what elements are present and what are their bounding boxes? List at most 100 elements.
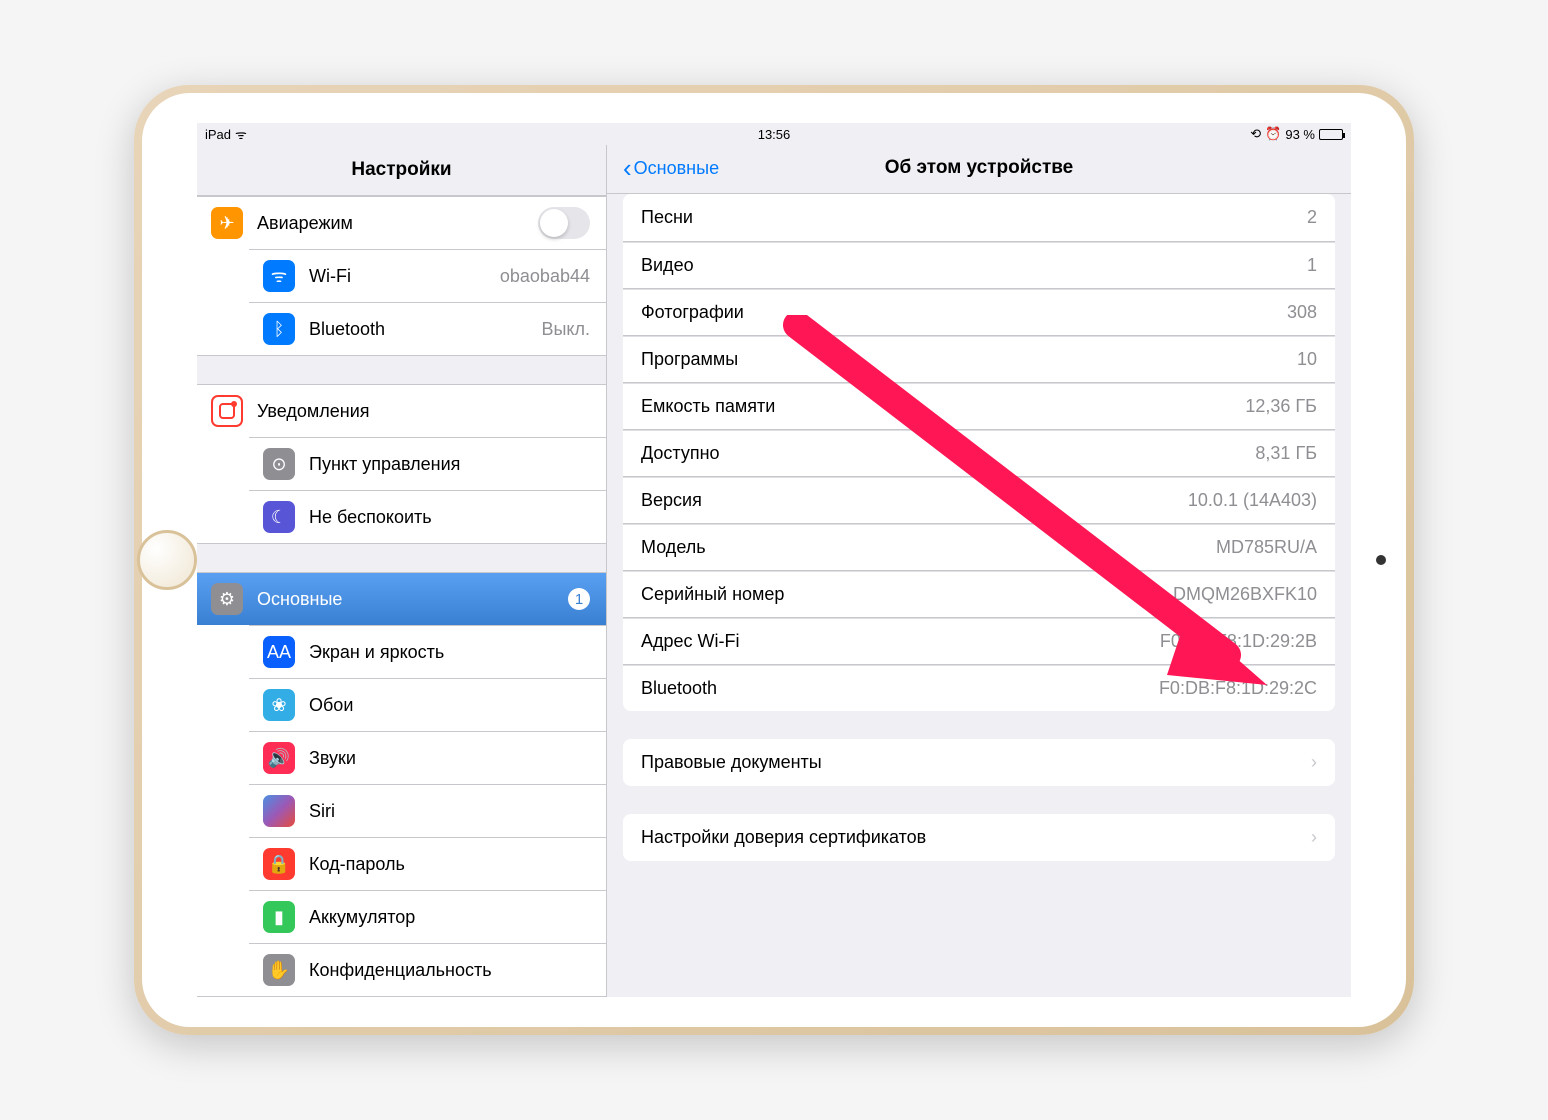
sidebar-item-wifi[interactable]: ᯤ Wi-Fi obaobab44 bbox=[249, 249, 606, 302]
about-info-group: Песни 2 Видео 1 Фотографии 308 Программы 10 Емко… bbox=[623, 194, 1335, 711]
display-icon: AA bbox=[263, 636, 295, 668]
info-row[interactable]: Программы 10 bbox=[623, 335, 1335, 382]
wallpaper-icon: ❀ bbox=[263, 689, 295, 721]
sidebar-group: ⚙ Основные 1 AA Экран и яркость ❀ Обои 🔊 Звуки Si… bbox=[197, 572, 606, 997]
sidebar-item-notifications[interactable]: Уведомления bbox=[197, 385, 606, 437]
info-value: 10 bbox=[1297, 349, 1317, 370]
info-value: DMQM26BXFK10 bbox=[1173, 584, 1317, 605]
back-label: Основные bbox=[634, 158, 719, 179]
sidebar-item-label: Siri bbox=[309, 801, 335, 822]
info-value: 1 bbox=[1307, 255, 1317, 276]
sidebar-item-label: Аккумулятор bbox=[309, 907, 415, 928]
legal-row[interactable]: Правовые документы › bbox=[623, 739, 1335, 786]
info-row[interactable]: Адрес Wi-FiF0:DB:F8:1D:29:2B bbox=[623, 617, 1335, 664]
cert-trust-row[interactable]: Настройки доверия сертификатов › bbox=[623, 814, 1335, 861]
info-label: Программы bbox=[641, 349, 738, 370]
legal-label: Правовые документы bbox=[641, 752, 822, 773]
notifications-icon bbox=[211, 395, 243, 427]
info-value: F0:DB:F8:1D:29:2C bbox=[1159, 678, 1317, 699]
orientation-lock-icon: ⟲ bbox=[1250, 126, 1261, 142]
status-bar: iPad ᯤ 13:56 ⟲ ⏰ 93 % bbox=[197, 123, 1351, 145]
airplane-icon: ✈ bbox=[211, 207, 243, 239]
cert-label: Настройки доверия сертификатов bbox=[641, 827, 926, 848]
sidebar-item-dnd[interactable]: ☾ Не беспокоить bbox=[249, 490, 606, 543]
info-label: Bluetooth bbox=[641, 678, 717, 699]
chevron-left-icon: ‹ bbox=[623, 155, 632, 181]
sidebar-item-privacy[interactable]: ✋Конфиденциальность bbox=[249, 943, 606, 996]
info-label: Версия bbox=[641, 490, 702, 511]
chevron-right-icon: › bbox=[1311, 752, 1317, 773]
sidebar-item-value: Выкл. bbox=[541, 319, 590, 340]
info-label: Фотографии bbox=[641, 302, 744, 323]
device-name: iPad bbox=[205, 127, 231, 142]
badge: 1 bbox=[568, 588, 590, 610]
info-row[interactable]: Версия 10.0.1 (14A403) bbox=[623, 476, 1335, 523]
sidebar-item-display[interactable]: AA Экран и яркость bbox=[249, 625, 606, 678]
sidebar-item-label: Основные bbox=[257, 589, 342, 610]
sidebar-item-value: obaobab44 bbox=[500, 266, 590, 287]
info-row[interactable]: Видео 1 bbox=[623, 241, 1335, 288]
sidebar-item-passcode[interactable]: 🔒 Код-пароль bbox=[249, 837, 606, 890]
back-button[interactable]: ‹ Основные bbox=[623, 155, 719, 181]
home-button[interactable] bbox=[137, 530, 197, 590]
battery-icon bbox=[1319, 129, 1343, 140]
sounds-icon: 🔊 bbox=[263, 742, 295, 774]
sidebar-item-label: Обои bbox=[309, 695, 353, 716]
sidebar-item-label: Авиарежим bbox=[257, 213, 353, 234]
info-label: Песни bbox=[641, 207, 693, 228]
sidebar-item-label: Уведомления bbox=[257, 401, 370, 422]
privacy-icon: ✋ bbox=[263, 954, 295, 986]
airplane-toggle[interactable] bbox=[538, 207, 590, 239]
wifi-icon: ᯤ bbox=[263, 260, 295, 292]
detail-pane: ‹ Основные Об этом устройстве Песни2Виде… bbox=[607, 145, 1351, 997]
info-value: 10.0.1 (14A403) bbox=[1188, 490, 1317, 511]
info-row[interactable]: Фотографии 308 bbox=[623, 288, 1335, 335]
dnd-icon: ☾ bbox=[263, 501, 295, 533]
cert-group: Настройки доверия сертификатов › bbox=[623, 814, 1335, 861]
battery-percent: 93 % bbox=[1285, 127, 1315, 142]
info-row[interactable]: Модель MD785RU/A bbox=[623, 523, 1335, 570]
info-label: Модель bbox=[641, 537, 706, 558]
wifi-icon: ᯤ bbox=[235, 125, 247, 143]
control-center-icon: ⊙ bbox=[263, 448, 295, 480]
front-camera bbox=[1376, 555, 1386, 565]
info-row[interactable]: Песни 2 bbox=[623, 194, 1335, 241]
sidebar-item-siri[interactable]: Siri bbox=[249, 784, 606, 837]
info-value: 8,31 ГБ bbox=[1255, 443, 1317, 464]
siri-icon bbox=[263, 795, 295, 827]
sidebar-item-control-center[interactable]: ⊙Пункт управления bbox=[249, 437, 606, 490]
sidebar-item-label: Не беспокоить bbox=[309, 507, 432, 528]
settings-sidebar: Настройки ✈АвиарежимᯤWi-Fiobaobab44ᛒBlue… bbox=[197, 145, 607, 997]
sidebar-item-airplane[interactable]: ✈ Авиарежим bbox=[197, 197, 606, 249]
info-label: Серийный номер bbox=[641, 584, 784, 605]
info-row[interactable]: Доступно8,31 ГБ bbox=[623, 429, 1335, 476]
info-value: MD785RU/A bbox=[1216, 537, 1317, 558]
info-row[interactable]: Емкость памяти12,36 ГБ bbox=[623, 382, 1335, 429]
passcode-icon: 🔒 bbox=[263, 848, 295, 880]
alarm-icon: ⏰ bbox=[1265, 126, 1281, 142]
chevron-right-icon: › bbox=[1311, 827, 1317, 848]
info-label: Адрес Wi-Fi bbox=[641, 631, 740, 652]
sidebar-item-label: Звуки bbox=[309, 748, 356, 769]
sidebar-item-sounds[interactable]: 🔊 Звуки bbox=[249, 731, 606, 784]
sidebar-item-wallpaper[interactable]: ❀ Обои bbox=[249, 678, 606, 731]
bluetooth-icon: ᛒ bbox=[263, 313, 295, 345]
clock: 13:56 bbox=[758, 127, 791, 142]
general-icon: ⚙ bbox=[211, 583, 243, 615]
sidebar-item-bluetooth[interactable]: ᛒBluetoothВыкл. bbox=[249, 302, 606, 355]
screen: iPad ᯤ 13:56 ⟲ ⏰ 93 % Настройки ✈Авиареж… bbox=[197, 123, 1351, 997]
info-value: 308 bbox=[1287, 302, 1317, 323]
legal-group: Правовые документы › bbox=[623, 739, 1335, 786]
ipad-frame: iPad ᯤ 13:56 ⟲ ⏰ 93 % Настройки ✈Авиареж… bbox=[134, 85, 1414, 1035]
sidebar-item-general[interactable]: ⚙ Основные 1 bbox=[197, 573, 606, 625]
info-label: Видео bbox=[641, 255, 694, 276]
info-value: 2 bbox=[1307, 207, 1317, 228]
sidebar-group: ✈ Авиарежим ᯤ Wi-Fi obaobab44 ᛒBluetoothВыкл. bbox=[197, 196, 606, 356]
sidebar-item-label: Wi-Fi bbox=[309, 266, 351, 287]
sidebar-item-label: Код-пароль bbox=[309, 854, 405, 875]
info-row[interactable]: Bluetooth F0:DB:F8:1D:29:2C bbox=[623, 664, 1335, 711]
sidebar-item-battery[interactable]: ▮Аккумулятор bbox=[249, 890, 606, 943]
info-row[interactable]: Серийный номер DMQM26BXFK10 bbox=[623, 570, 1335, 617]
info-label: Емкость памяти bbox=[641, 396, 775, 417]
sidebar-item-label: Экран и яркость bbox=[309, 642, 444, 663]
